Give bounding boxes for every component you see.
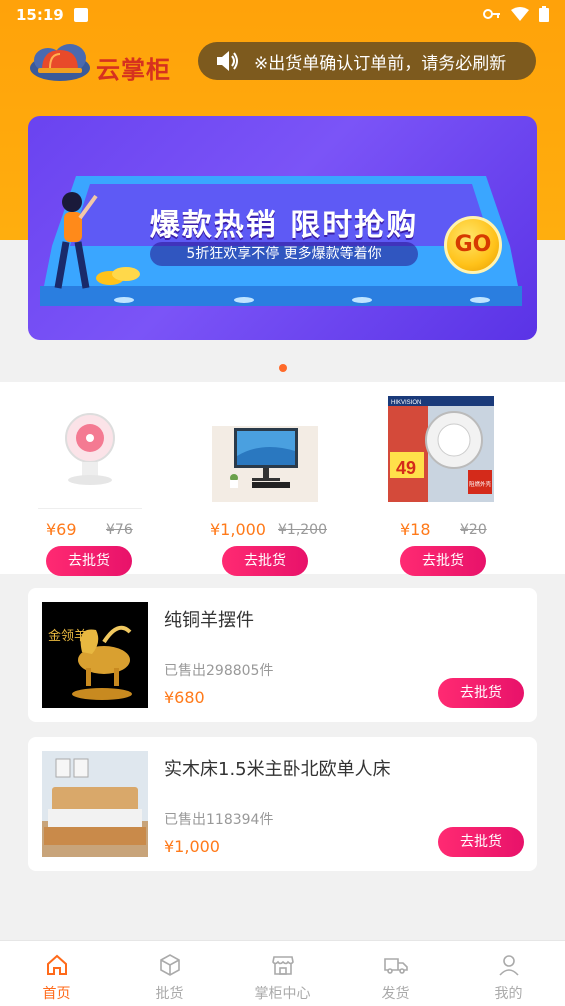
featured-original-price: ¥76: [106, 522, 133, 538]
featured-product-card[interactable]: ¥69 ¥76 去批货: [38, 396, 168, 576]
truck-icon: [383, 958, 408, 974]
featured-product-card[interactable]: HIKVISION 49 阻燃外壳 ¥18 ¥20 去批货: [388, 396, 518, 576]
golden-goat-ornament-image: 金领羊: [42, 602, 148, 708]
notice-bar[interactable]: ※出货单确认订单前，请务必刷新: [198, 42, 536, 80]
banner-go-button[interactable]: GO: [444, 216, 502, 274]
wholesale-button[interactable]: 去批货: [222, 546, 308, 576]
status-time: 15:19: [16, 6, 64, 24]
notice-text: ※出货单确认订单前，请务必刷新: [254, 53, 507, 74]
smoke-ad-tag: 阻燃外壳: [469, 480, 492, 488]
featured-price: ¥69: [46, 520, 77, 539]
pink-desk-fan-image: [38, 396, 144, 502]
vpn-key-icon: [483, 9, 500, 19]
product-price: ¥1,000: [164, 837, 220, 856]
wifi-icon: [511, 7, 529, 21]
promo-banner[interactable]: 爆款热销 限时抢购 5折狂欢享不停 更多爆款等着你 GO: [28, 116, 537, 340]
wholesale-button[interactable]: 去批货: [438, 678, 524, 708]
status-bar: 15:19: [0, 0, 565, 30]
store-icon: [271, 956, 294, 975]
notification-icon: [74, 8, 88, 22]
smoke-detector-ad-image: HIKVISION 49 阻燃外壳: [388, 396, 494, 502]
speaker-icon: [217, 51, 238, 71]
home-icon: [46, 954, 67, 975]
featured-price: ¥1,000: [210, 520, 266, 539]
banner-title: 爆款热销 限时抢购: [149, 208, 419, 243]
tab-mine[interactable]: 我的: [452, 941, 565, 1006]
featured-original-price: ¥20: [460, 522, 487, 538]
user-icon: [498, 955, 519, 976]
tab-shipping[interactable]: 发货: [339, 941, 452, 1006]
app-name: 云掌柜: [96, 56, 171, 84]
featured-products: ¥69 ¥76 去批货 ¥1,000 ¥1,200 去批货 HIKVISION …: [0, 382, 565, 576]
featured-original-price: ¥1,200: [278, 522, 327, 538]
smoke-ad-brand: HIKVISION: [391, 400, 421, 406]
tab-shopkeeper-center[interactable]: 掌柜中心: [226, 941, 339, 1006]
banner-subtitle: 5折狂欢享不停 更多爆款等着你: [150, 242, 418, 266]
cloud-hat-logo-icon: [30, 44, 90, 81]
tab-label: 发货: [381, 986, 410, 1002]
product-list-item[interactable]: 金领羊 纯铜羊摆件 已售出298805件 ¥680 去批货: [28, 588, 537, 722]
bottom-tab-bar: 首页 批货 掌柜中心 发货 我的: [0, 940, 565, 1006]
wholesale-button[interactable]: 去批货: [46, 546, 132, 576]
wholesale-button[interactable]: 去批货: [400, 546, 486, 576]
coins-icon: [96, 267, 140, 285]
wooden-bed-image: [42, 751, 148, 857]
tab-label: 首页: [42, 986, 71, 1002]
featured-price: ¥18: [400, 520, 431, 539]
app-header: 云掌柜 ※出货单确认订单前，请务必刷新: [0, 38, 565, 88]
desktop-monitor-image: [212, 396, 318, 502]
product-list-item[interactable]: 实木床1.5米主卧北欧单人床 已售出118394件 ¥1,000 去批货: [28, 737, 537, 871]
product-title: 实木床1.5米主卧北欧单人床: [164, 759, 391, 780]
product-price: ¥680: [164, 688, 205, 707]
box-icon: [159, 954, 180, 976]
tab-wholesale[interactable]: 批货: [113, 941, 226, 1006]
pagination-dot-active[interactable]: [278, 364, 287, 372]
featured-product-card[interactable]: ¥1,000 ¥1,200 去批货: [210, 396, 342, 576]
banner-pagination: [0, 364, 565, 374]
battery-icon: [539, 6, 549, 22]
status-icons: [483, 6, 549, 22]
tab-label: 我的: [494, 986, 523, 1002]
tab-label: 掌柜中心: [254, 986, 311, 1002]
tab-home[interactable]: 首页: [0, 941, 113, 1006]
sold-count: 已售出298805件: [164, 663, 274, 679]
product-title: 纯铜羊摆件: [164, 610, 254, 631]
sold-count: 已售出118394件: [164, 812, 274, 828]
wholesale-button[interactable]: 去批货: [438, 827, 524, 857]
shopper-figure-icon: [54, 192, 98, 289]
smoke-ad-badge: 49: [396, 458, 416, 478]
tab-label: 批货: [155, 986, 184, 1002]
